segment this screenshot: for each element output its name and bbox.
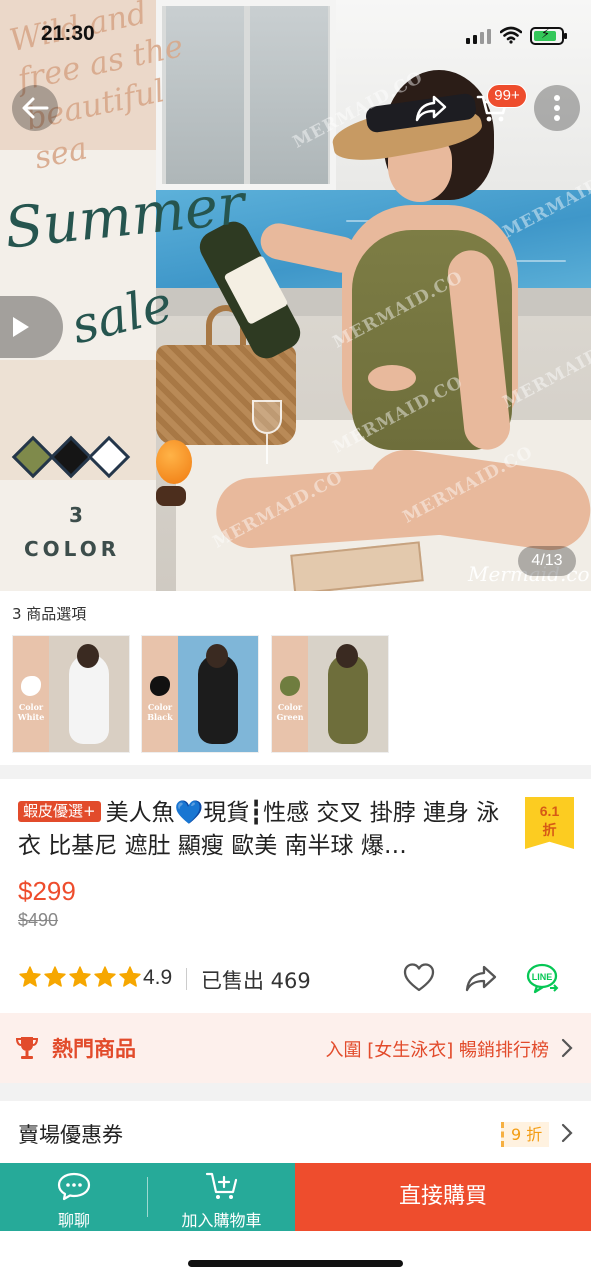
chat-icon xyxy=(57,1172,91,1201)
sold-count: 已售出 469 xyxy=(201,969,311,993)
ranking-link[interactable]: 入圍 [女生泳衣] 暢銷排行榜 xyxy=(326,1036,550,1062)
variant-tag-line2: Green xyxy=(276,712,304,722)
star-icon xyxy=(94,966,116,987)
star-icon xyxy=(44,966,66,987)
discount-unit: 折 xyxy=(542,822,557,838)
color-count: 3 xyxy=(69,503,83,527)
star-icon xyxy=(69,966,91,987)
chat-label: 聊聊 xyxy=(57,1211,90,1230)
cart-plus-icon xyxy=(205,1172,237,1199)
more-vertical-icon xyxy=(554,95,560,121)
shop-coupon-label: 賣場優惠券 xyxy=(18,1123,123,1147)
shop-coupon-row[interactable]: 賣場優惠券 9 折 xyxy=(0,1101,591,1163)
rating-row: 4.9 已售出 469 LINE xyxy=(18,963,578,995)
star-icon xyxy=(19,966,41,987)
discount-flag: 6.1 折 xyxy=(525,797,574,849)
svg-text:LINE: LINE xyxy=(532,972,553,982)
buy-now-button[interactable]: 直接購買 xyxy=(295,1163,591,1231)
play-video-button[interactable] xyxy=(0,296,63,358)
signal-icon xyxy=(466,28,492,44)
star-rating xyxy=(18,965,142,991)
home-indicator[interactable] xyxy=(188,1260,403,1267)
section-divider xyxy=(0,1083,591,1101)
swatch-white xyxy=(87,435,131,479)
add-to-cart-label: 加入購物車 xyxy=(181,1211,262,1230)
variant-tag-line2: White xyxy=(17,712,45,722)
arrow-left-icon xyxy=(22,97,49,119)
blue-heart-icon: 💙 xyxy=(174,800,204,826)
variant-tag-line1: Color xyxy=(18,702,44,712)
variant-white[interactable]: Color White xyxy=(12,635,130,753)
back-button[interactable] xyxy=(12,85,58,131)
original-price: $490 xyxy=(18,910,59,930)
variant-tag-line1: Color xyxy=(277,702,303,712)
trophy-icon xyxy=(15,1037,39,1059)
share-top-button[interactable] xyxy=(408,85,454,131)
more-button[interactable] xyxy=(534,85,580,131)
line-share-icon[interactable]: LINE xyxy=(526,961,560,995)
product-image-carousel[interactable]: MERMAID.CO MERMAID.CO MERMAID.CO MERMAID… xyxy=(0,0,591,591)
variants-label: 3 商品選項 xyxy=(12,605,87,623)
chevron-right-icon xyxy=(561,1123,573,1143)
variant-tag-line1: Color xyxy=(147,702,173,712)
variant-green[interactable]: Color Green xyxy=(271,635,389,753)
image-counter: 4/13 xyxy=(518,546,576,576)
wifi-icon xyxy=(500,26,522,44)
bottom-action-bar: 聊聊 加入購物車 直接購買 xyxy=(0,1163,591,1231)
title-prefix: 美人魚 xyxy=(105,800,175,826)
home-indicator-area xyxy=(0,1231,591,1279)
variant-black[interactable]: Color Black xyxy=(141,635,259,753)
discount-value: 6.1 xyxy=(539,803,560,819)
status-time: 21:30 xyxy=(41,22,95,45)
color-swatches xyxy=(10,435,131,488)
hot-product-bar[interactable]: 熱門商品 入圍 [女生泳衣] 暢銷排行榜 xyxy=(0,1013,591,1083)
star-icon xyxy=(119,966,141,987)
variant-tag-line2: Black xyxy=(147,712,173,722)
cart-badge: 99+ xyxy=(487,84,527,108)
product-page: MERMAID.CO MERMAID.CO MERMAID.CO MERMAID… xyxy=(0,0,591,1279)
color-word: COLOR xyxy=(24,537,121,561)
add-to-cart-button[interactable]: 加入購物車 xyxy=(148,1163,295,1231)
heart-icon[interactable] xyxy=(402,961,436,995)
section-divider xyxy=(0,765,591,779)
preferred-seller-tag: 蝦皮優選+ xyxy=(18,801,101,822)
play-icon xyxy=(12,317,29,337)
chat-button[interactable]: 聊聊 xyxy=(0,1163,148,1231)
rating-value: 4.9 xyxy=(143,966,173,989)
coupon-tag: 9 折 xyxy=(501,1122,550,1147)
hot-product-label: 熱門商品 xyxy=(52,1037,136,1061)
battery-icon: ⚡ xyxy=(530,27,567,45)
swatch-green xyxy=(11,435,55,479)
price: $299 xyxy=(18,876,76,906)
product-title: 蝦皮優選+ 美人魚💙現貨┇性感 交叉 掛脖 連身 泳衣 比基尼 遮肚 顯瘦 歐美 … xyxy=(18,797,518,863)
swatch-black xyxy=(49,435,93,479)
product-photo: MERMAID.CO MERMAID.CO MERMAID.CO MERMAID… xyxy=(156,0,591,591)
share-icon xyxy=(415,95,447,122)
share-icon[interactable] xyxy=(464,961,498,995)
chevron-right-icon xyxy=(561,1038,573,1058)
